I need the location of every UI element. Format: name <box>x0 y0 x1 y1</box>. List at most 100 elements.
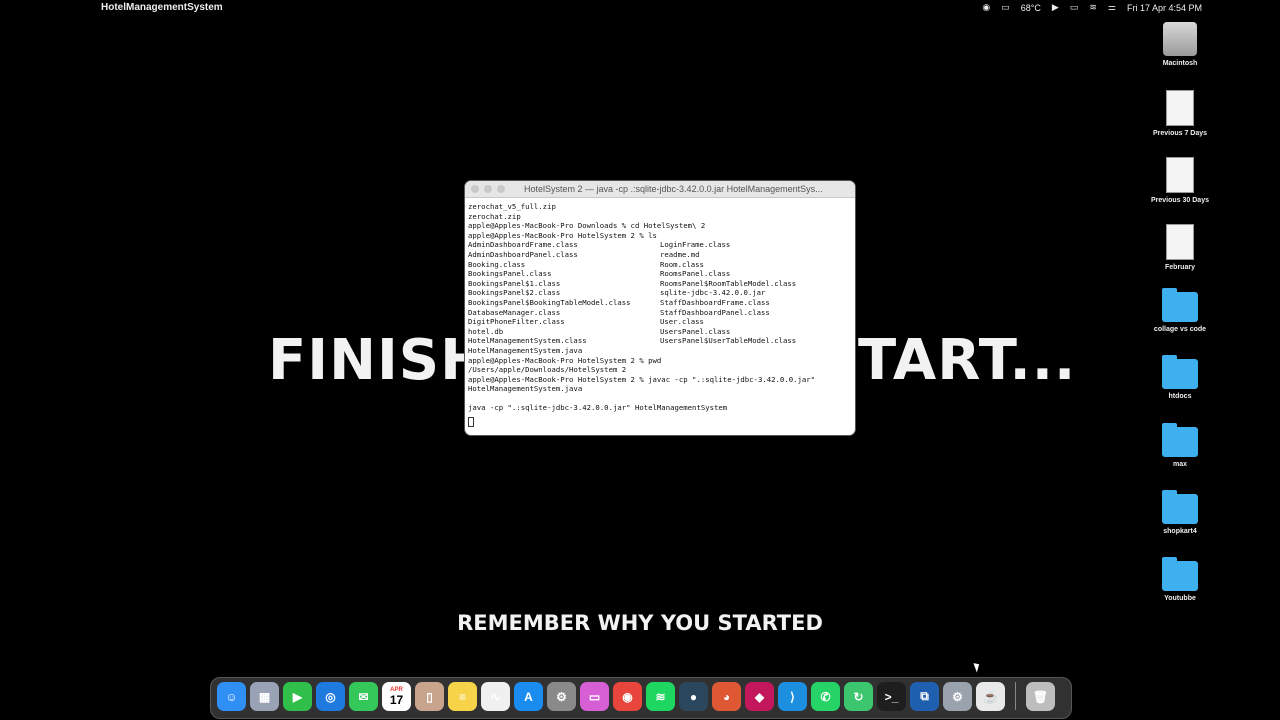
ls-entry: HotelManagementSystem.class <box>468 336 587 346</box>
terminal-cursor <box>468 417 474 428</box>
temperature-readout[interactable]: 68°C <box>1021 3 1041 13</box>
system-settings-icon[interactable]: ⚙ <box>547 682 576 711</box>
terminal-line: HotelManagementSystem.java <box>468 384 583 394</box>
ls-row: BookingsPanel$2.class sqlite-jdbc-3.42.0.… <box>468 288 852 298</box>
wallpaper-tagline: REMEMBER WHY YOU STARTED <box>457 611 823 635</box>
terminal-line: zerochat.zip <box>468 211 521 221</box>
desktop-icon-macintosh[interactable]: Macintosh <box>1140 22 1220 67</box>
safari-icon[interactable]: ◎ <box>316 682 345 711</box>
desktop-icon-label: Previous 30 Days <box>1151 197 1209 204</box>
facetime-icon[interactable]: ▶ <box>283 682 312 711</box>
desktop-icon-youtubbe[interactable]: Youtubbe <box>1140 557 1220 602</box>
terminal-line: apple@Apples-MacBook-Pro HotelSystem 2 %… <box>468 374 816 384</box>
doc-icon <box>1166 157 1194 193</box>
desktop-icon-label: Youtubbe <box>1164 595 1196 602</box>
ls-row: HotelManagementSystem.class UsersPanel$Us… <box>468 336 852 346</box>
messages-icon[interactable]: ✉ <box>349 682 378 711</box>
launchpad-icon[interactable]: ▦ <box>250 682 279 711</box>
iphone-mirroring-icon[interactable]: ▯ <box>415 682 444 711</box>
dock: ☺ ▦ ▶ ◎ ✉ APR 17 ▯ ≡ ∿ A ⚙ ▭ ◉ ≋ ● ◕ ◆ ⟩ ✆ ↻ >_ ⧉ ⚙ ☕ 🗑 <box>210 677 1072 719</box>
ls-entry: DigitPhoneFilter.class <box>468 317 565 327</box>
spotify-icon[interactable]: ≋ <box>646 682 675 711</box>
app-store-icon[interactable]: A <box>514 682 543 711</box>
ls-entry: AdminDashboardFrame.class <box>468 240 578 250</box>
terminal-titlebar[interactable]: HotelSystem 2 — java -cp .:sqlite-jdbc-3… <box>465 181 855 198</box>
wallpaper-text-left: FINISH <box>268 328 488 393</box>
desktop-icon-shopkart4[interactable]: shopkart4 <box>1140 490 1220 535</box>
ls-entry: StaffDashboardPanel.class <box>660 307 770 317</box>
wallpaper-text-right: TART... <box>858 328 1077 393</box>
chrome-icon[interactable]: ◉ <box>613 682 642 711</box>
clock[interactable]: Fri 17 Apr 4:54 PM <box>1127 3 1202 13</box>
desktop-icon-collage-vs-code[interactable]: collage vs code <box>1140 288 1220 333</box>
wifi-icon[interactable]: ≋ <box>1089 2 1097 13</box>
zoom-button[interactable] <box>497 185 505 193</box>
network-icon[interactable]: ⧉ <box>910 682 939 711</box>
close-button[interactable] <box>471 185 479 193</box>
java-app-icon[interactable]: ☕ <box>976 682 1005 711</box>
desktop-icon-previous-30-days[interactable]: Previous 30 Days <box>1140 157 1220 204</box>
ls-entry: Room.class <box>660 259 704 269</box>
vscode-icon[interactable]: ⟩ <box>778 682 807 711</box>
desktop-icon-label: Macintosh <box>1162 60 1198 67</box>
whatsapp-icon[interactable]: ✆ <box>811 682 840 711</box>
display-icon[interactable]: ▭ <box>1001 2 1010 13</box>
ls-entry: User.class <box>660 317 704 327</box>
ls-entry: UsersPanel$UserTableModel.class <box>660 336 797 346</box>
ls-row: BookingsPanel.class RoomsPanel.class <box>468 269 852 279</box>
battery-icon[interactable]: ▭ <box>1070 2 1079 13</box>
ls-entry: StaffDashboardFrame.class <box>660 297 770 307</box>
ls-entry: BookingsPanel$2.class <box>468 288 561 298</box>
minimize-button[interactable] <box>484 185 492 193</box>
utility-icon[interactable]: ↻ <box>844 682 873 711</box>
ls-entry: sqlite-jdbc-3.42.0.0.jar <box>660 288 766 298</box>
desktop-icon-label: shopkart4 <box>1163 528 1197 535</box>
terminal-line: zerochat_v5_full.zip <box>468 202 556 211</box>
calendar-icon[interactable]: APR 17 <box>382 682 411 711</box>
ls-entry: RoomsPanel$RoomTableModel.class <box>660 278 797 288</box>
ls-row: AdminDashboardFrame.class LoginFrame.clas… <box>468 240 852 250</box>
ls-row: hotel.db UsersPanel.class <box>468 327 852 337</box>
terminal-line: apple@Apples-MacBook-Pro HotelSystem 2 %… <box>468 355 662 365</box>
desktop-icon-previous-7-days[interactable]: Previous 7 Days <box>1140 90 1220 137</box>
terminal-line: apple@Apples-MacBook-Pro HotelSystem 2 %… <box>468 230 657 240</box>
desktop-icon-february[interactable]: February <box>1140 224 1220 271</box>
ls-entry: Booking.class <box>468 259 526 269</box>
freeform-icon[interactable]: ∿ <box>481 682 510 711</box>
doc-icon <box>1166 90 1194 126</box>
control-center-icon[interactable]: ⚌ <box>1108 2 1116 13</box>
folder-icon <box>1162 557 1198 591</box>
ls-row: DigitPhoneFilter.class User.class <box>468 317 852 327</box>
calendar-day: 17 <box>389 692 404 707</box>
ls-row: BookingsPanel$1.class RoomsPanel$RoomTabl… <box>468 279 852 289</box>
active-app-name[interactable]: HotelManagementSystem <box>101 2 223 13</box>
finder-icon[interactable]: ☺ <box>217 682 246 711</box>
terminal-icon[interactable]: >_ <box>877 682 906 711</box>
media-play-icon[interactable]: ▶ <box>1052 2 1059 13</box>
duckduckgo-icon[interactable]: ◕ <box>712 682 741 711</box>
ls-row: DatabaseManager.class StaffDashboardPanel… <box>468 308 852 318</box>
trash-icon[interactable]: 🗑 <box>1026 682 1055 711</box>
ls-entry: LoginFrame.class <box>660 240 731 250</box>
folder-icon <box>1162 490 1198 524</box>
desktop-icon-label: collage vs code <box>1153 326 1207 333</box>
terminal-output[interactable]: zerochat_v5_full.zip zerochat.zip apple@Ap… <box>465 198 855 434</box>
fig-icon[interactable]: ◆ <box>745 682 774 711</box>
desktop-icon-max[interactable]: max <box>1140 423 1220 468</box>
folder-icon <box>1162 423 1198 457</box>
notes-icon[interactable]: ≡ <box>448 682 477 711</box>
settings-utility-icon[interactable]: ⚙ <box>943 682 972 711</box>
record-icon[interactable]: ◉ <box>982 2 990 13</box>
terminal-line: java -cp ".:sqlite-jdbc-3.42.0.0.jar" Ho… <box>468 403 728 413</box>
desktop-icon-label: Previous 7 Days <box>1152 130 1208 137</box>
steam-icon[interactable]: ● <box>679 682 708 711</box>
folder-icon <box>1162 288 1198 322</box>
ls-entry: RoomsPanel.class <box>660 269 731 279</box>
screens-icon[interactable]: ▭ <box>580 682 609 711</box>
ls-entry: BookingsPanel$1.class <box>468 278 561 288</box>
desktop-icon-htdocs[interactable]: htdocs <box>1140 355 1220 400</box>
ls-entry: hotel.db <box>468 326 504 336</box>
terminal-window[interactable]: HotelSystem 2 — java -cp .:sqlite-jdbc-3… <box>465 181 855 435</box>
ls-entry: UsersPanel.class <box>660 326 731 336</box>
